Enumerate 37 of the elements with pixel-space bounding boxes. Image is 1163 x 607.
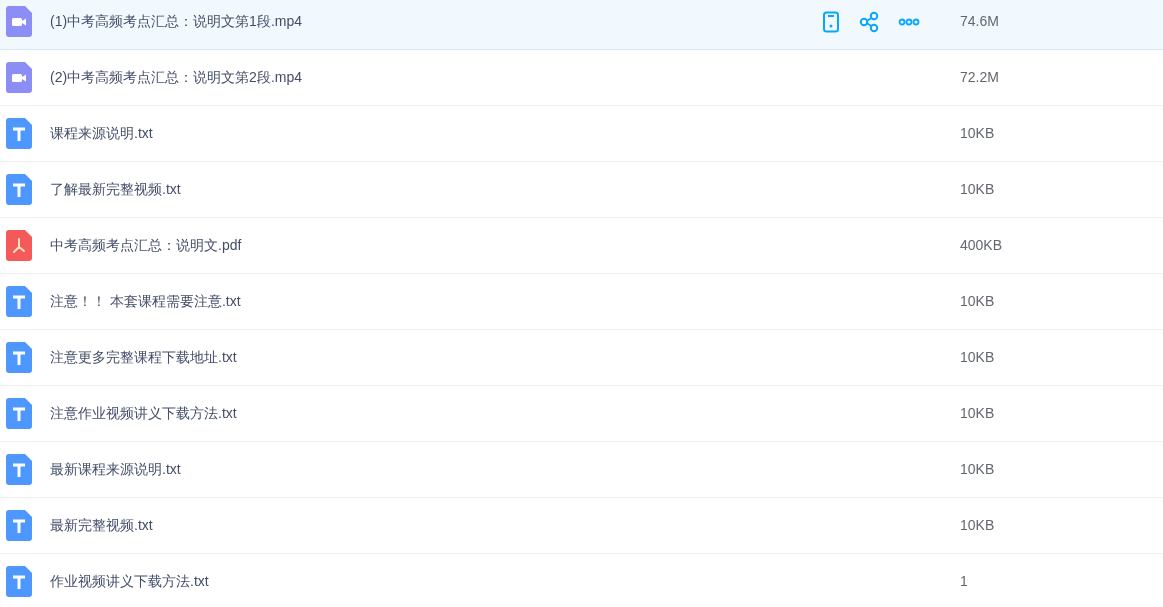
more-icon[interactable] <box>898 17 920 26</box>
file-row[interactable]: (1)中考高频考点汇总：说明文第1段.mp4 74.6M <box>0 0 1163 50</box>
file-size: 72.2M <box>960 68 999 87</box>
file-size: 10KB <box>960 460 995 479</box>
text-file-icon <box>6 286 32 317</box>
file-name[interactable]: 课程来源说明.txt <box>50 123 810 144</box>
file-size: 10KB <box>960 292 995 311</box>
file-size: 10KB <box>960 404 995 423</box>
file-size: 10KB <box>960 124 995 143</box>
file-name[interactable]: 中考高频考点汇总：说明文.pdf <box>50 235 810 256</box>
file-size: 400KB <box>960 236 1003 255</box>
file-name[interactable]: 最新完整视频.txt <box>50 515 810 536</box>
file-name[interactable]: 最新课程来源说明.txt <box>50 459 810 480</box>
share-icon[interactable] <box>858 10 880 33</box>
text-file-icon <box>6 510 32 541</box>
file-name[interactable]: 注意作业视频讲义下载方法.txt <box>50 403 810 424</box>
video-file-icon <box>6 62 32 93</box>
file-size: 10KB <box>960 516 995 535</box>
text-file-icon <box>6 118 32 149</box>
file-size: 10KB <box>960 348 995 367</box>
text-file-icon <box>6 342 32 373</box>
file-name[interactable]: (1)中考高频考点汇总：说明文第1段.mp4 <box>50 11 810 32</box>
text-file-icon <box>6 398 32 429</box>
text-file-icon <box>6 174 32 205</box>
video-file-icon <box>6 6 32 37</box>
phone-icon[interactable] <box>822 10 840 33</box>
file-size: 1 <box>960 572 968 591</box>
pdf-file-icon <box>6 230 32 261</box>
text-file-icon <box>6 566 32 597</box>
file-name[interactable]: 作业视频讲义下载方法.txt <box>50 571 810 592</box>
file-name[interactable]: 注意更多完整课程下载地址.txt <box>50 347 810 368</box>
file-name[interactable]: 注意！！ 本套课程需要注意.txt <box>50 291 810 312</box>
text-file-icon <box>6 454 32 485</box>
file-name[interactable]: 了解最新完整视频.txt <box>50 179 810 200</box>
file-name[interactable]: (2)中考高频考点汇总：说明文第2段.mp4 <box>50 67 810 88</box>
file-size: 74.6M <box>960 12 999 31</box>
file-size: 10KB <box>960 180 995 199</box>
